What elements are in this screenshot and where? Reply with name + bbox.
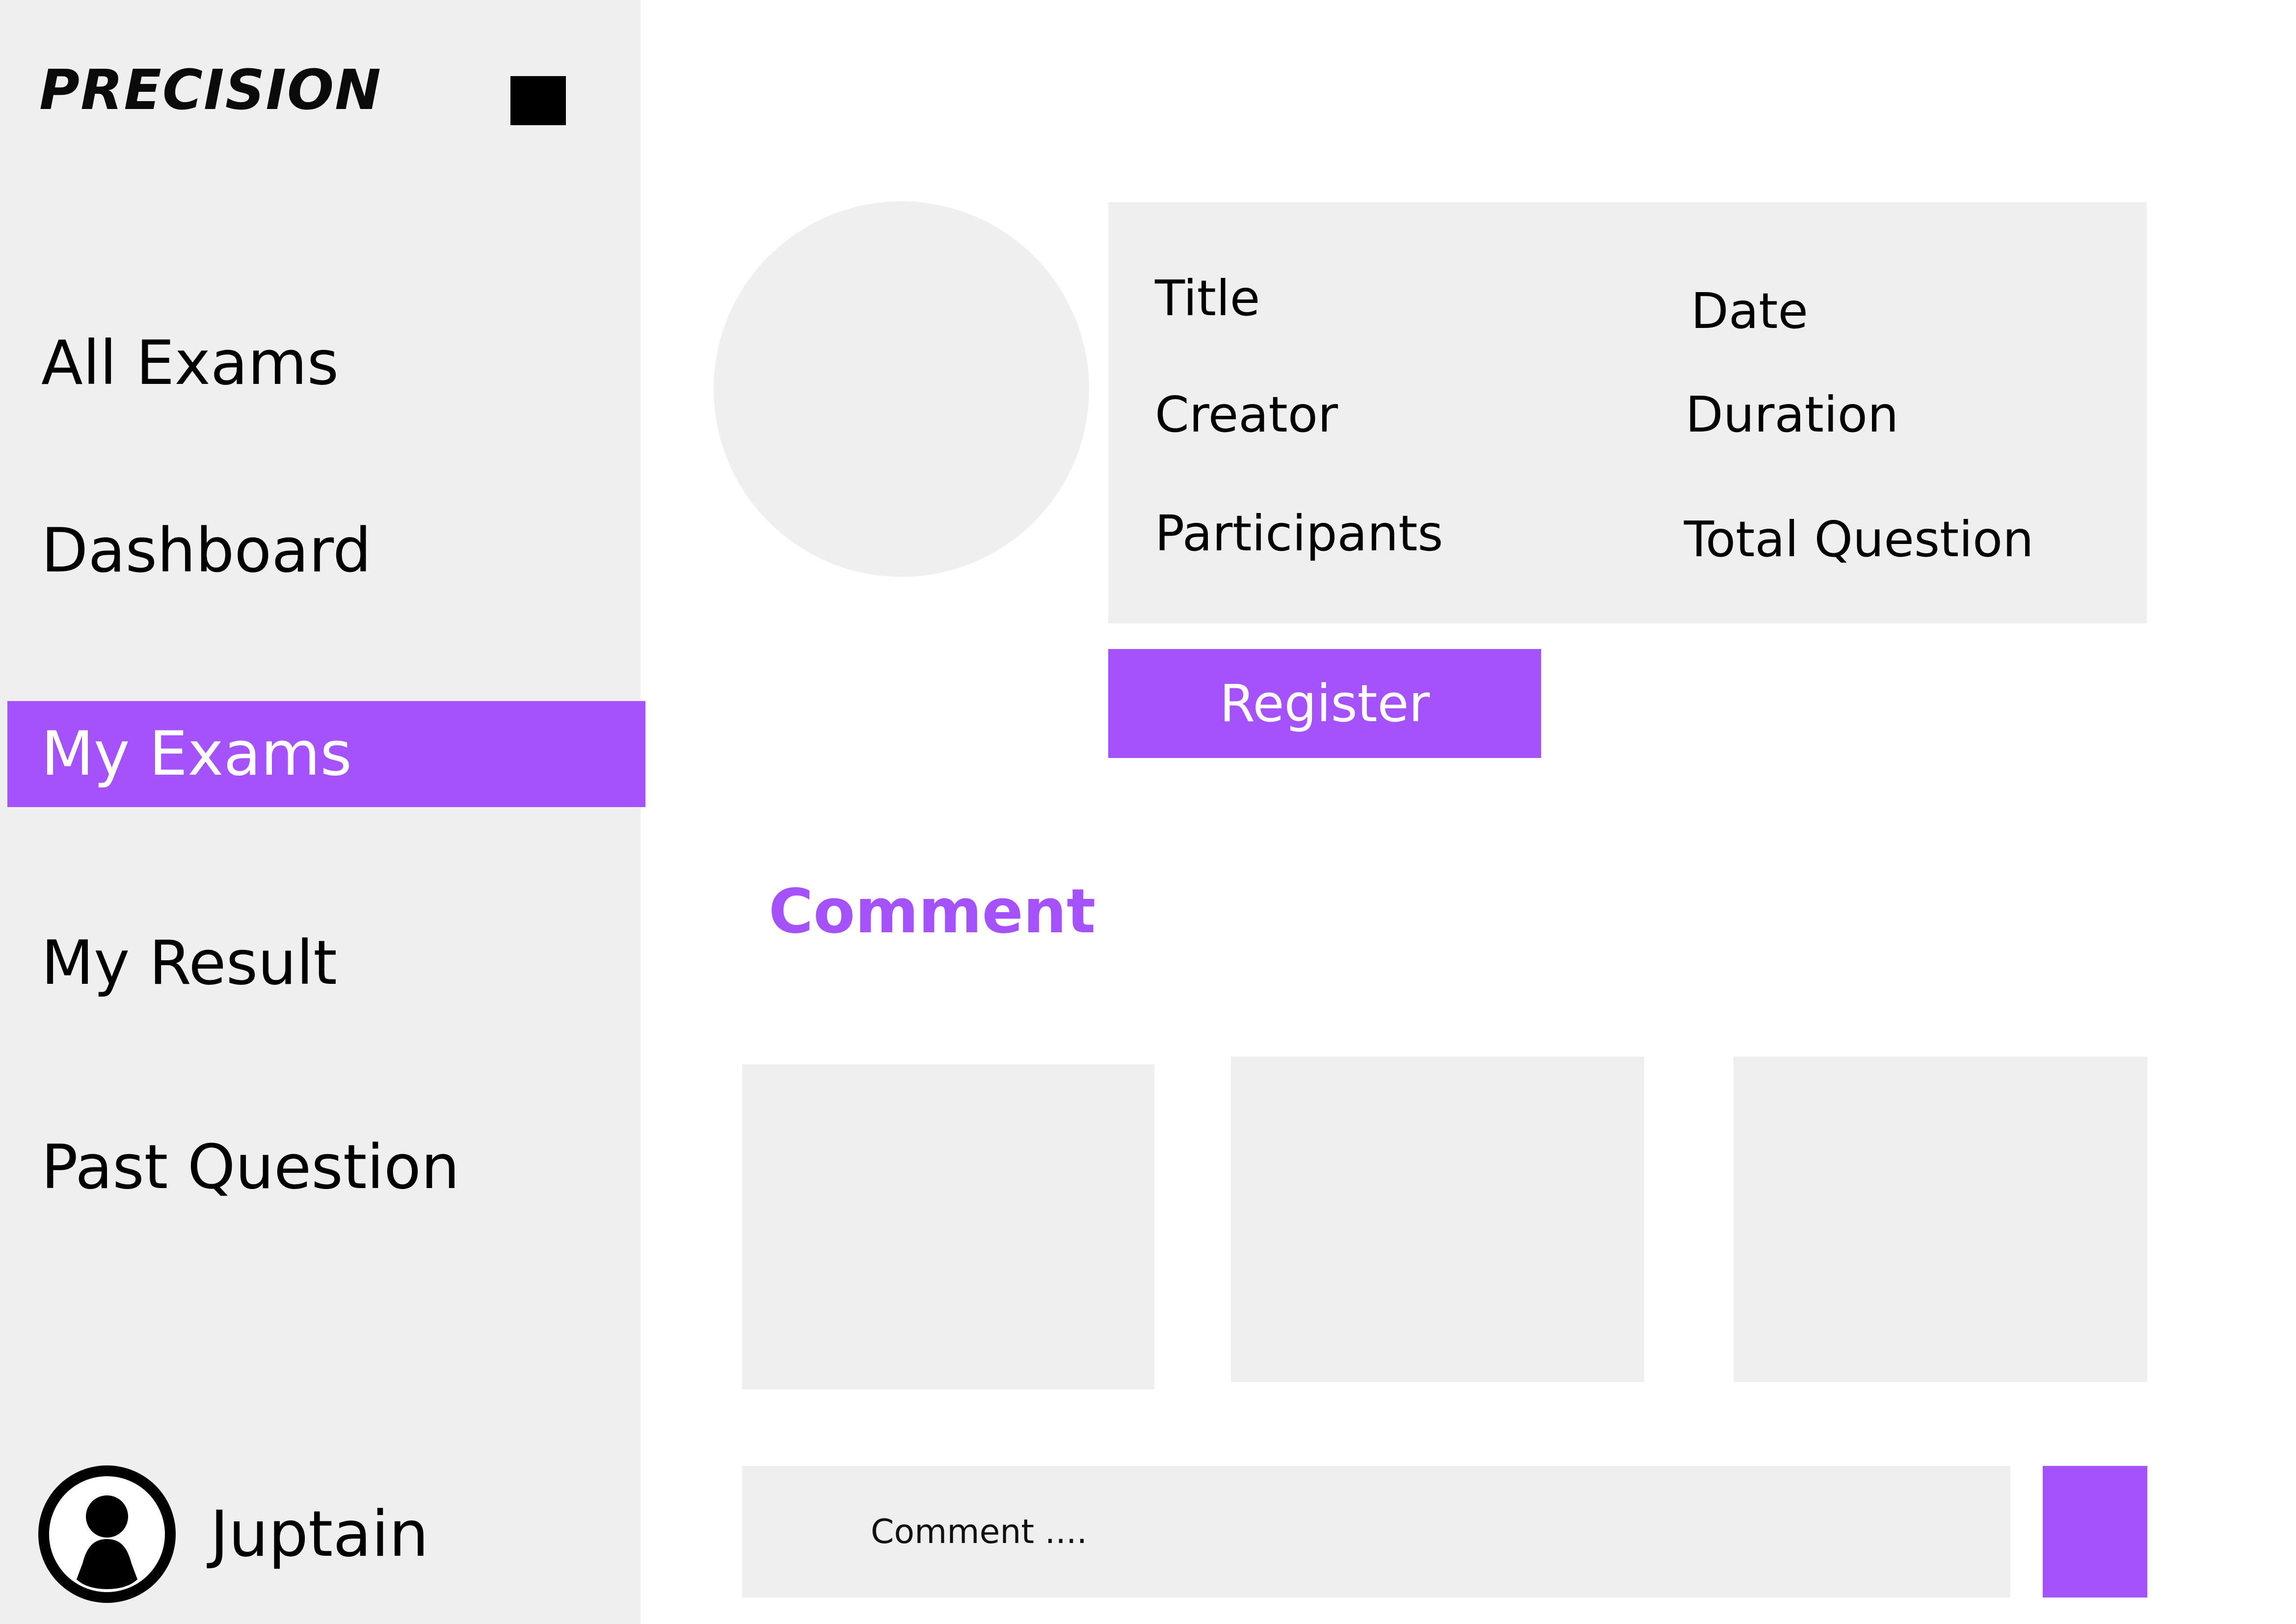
sidebar-item-my-result[interactable]: My Result <box>0 909 641 1017</box>
duration-label: Duration <box>1685 386 1899 443</box>
send-comment-button[interactable] <box>2043 1466 2147 1597</box>
comment-card <box>1734 1056 2147 1382</box>
sidebar-item-my-exams[interactable]: My Exams <box>7 701 645 807</box>
exam-image <box>714 201 1089 577</box>
register-button[interactable]: Register <box>1108 649 1541 758</box>
menu-toggle-button[interactable] <box>510 76 566 125</box>
date-label: Date <box>1691 282 1809 340</box>
exam-info-card: Title Date Creator Duration Participants… <box>1108 202 2147 623</box>
total-question-label: Total Question <box>1684 511 2034 568</box>
user-icon <box>49 1476 165 1592</box>
sidebar-item-label: Dashboard <box>41 515 372 586</box>
sidebar-item-label: My Exams <box>41 719 352 789</box>
sidebar: PRECISION All Exams Dashboard My Exams M… <box>0 0 645 1624</box>
avatar[interactable] <box>38 1465 176 1603</box>
sidebar-item-label: All Exams <box>41 328 339 399</box>
sidebar-item-past-question[interactable]: Past Question <box>0 1113 641 1221</box>
creator-label: Creator <box>1155 386 1338 443</box>
comment-input-container <box>742 1466 2010 1597</box>
comment-card <box>742 1064 1154 1389</box>
comment-input[interactable] <box>742 1466 2010 1597</box>
user-profile[interactable]: Juptain <box>38 1465 428 1603</box>
app-logo[interactable]: PRECISION <box>39 63 382 118</box>
username: Juptain <box>210 1497 429 1571</box>
sidebar-item-label: Past Question <box>41 1132 460 1203</box>
sidebar-item-label: My Result <box>41 928 337 999</box>
sidebar-item-dashboard[interactable]: Dashboard <box>0 497 641 605</box>
title-label: Title <box>1155 270 1260 327</box>
participants-label: Participants <box>1155 505 1443 562</box>
comment-card <box>1231 1056 1644 1382</box>
comment-heading: Comment <box>769 876 1096 947</box>
sidebar-item-all-exams[interactable]: All Exams <box>0 309 641 417</box>
